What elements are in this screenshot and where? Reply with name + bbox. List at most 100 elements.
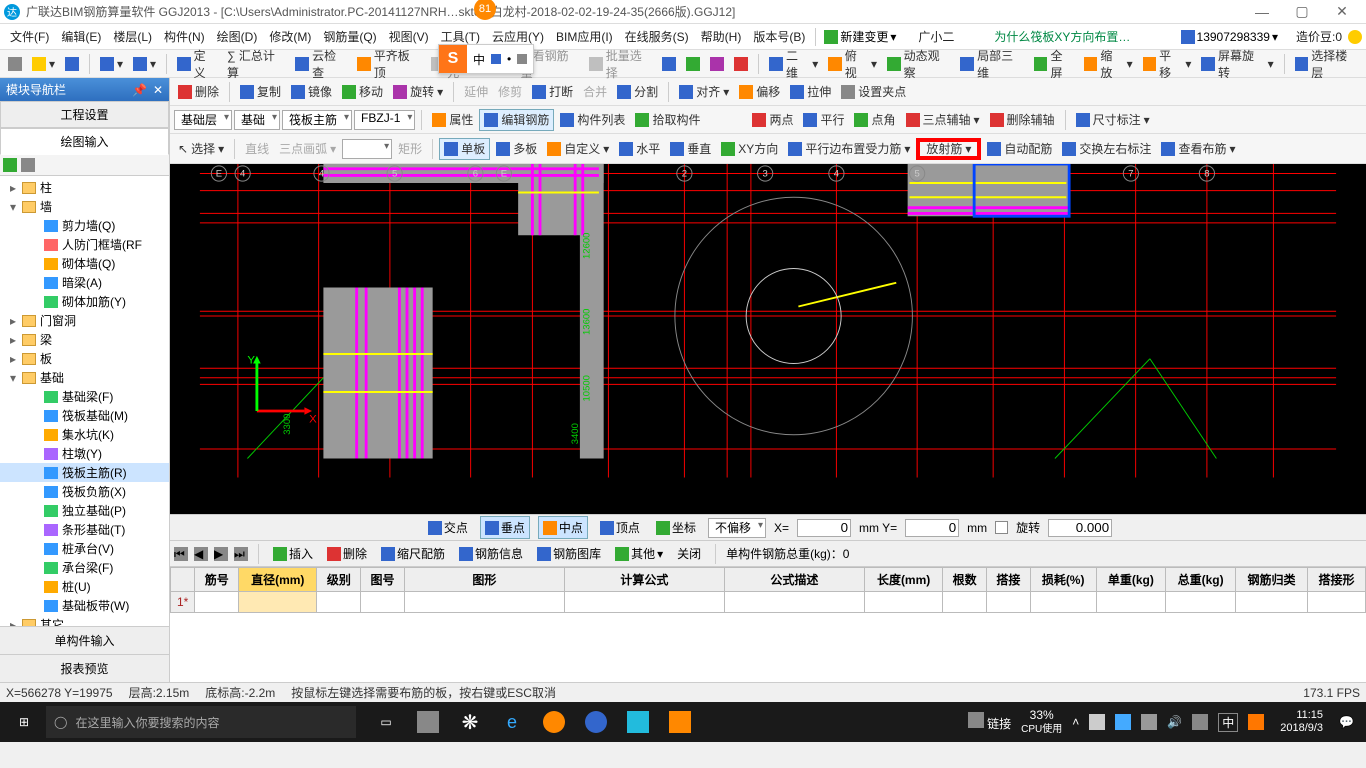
misc2-button[interactable] <box>682 53 704 75</box>
snap-perpendicular[interactable]: 垂点 <box>480 516 530 539</box>
2d-button[interactable]: 二维 ▾ <box>765 53 822 75</box>
menu-help[interactable]: 帮助(H) <box>695 25 748 48</box>
tray-link[interactable]: 链接 <box>968 712 1011 732</box>
ime-float-bar[interactable]: S 中• <box>438 44 534 74</box>
edit-rebar-button[interactable]: 编辑钢筋 <box>479 109 554 131</box>
task-view-button[interactable]: ▭ <box>366 702 406 742</box>
split-button[interactable]: 分割 <box>613 81 662 103</box>
floor-combo[interactable]: 基础层 <box>174 110 232 130</box>
grid-nav-next[interactable]: ▶ <box>214 547 228 561</box>
three-aux-button[interactable]: 三点辅轴 ▾ <box>902 109 984 131</box>
menu-component[interactable]: 构件(N) <box>158 25 211 48</box>
tray-icon-3[interactable] <box>1141 714 1157 730</box>
set-grip-button[interactable]: 设置夹点 <box>837 81 910 103</box>
dim-button[interactable]: 尺寸标注 ▾ <box>1072 109 1154 131</box>
maximize-button[interactable]: ▢ <box>1282 0 1322 24</box>
stretch-button[interactable]: 拉伸 <box>786 81 835 103</box>
taskbar-search[interactable]: ◯在这里输入你要搜索的内容 <box>46 706 356 738</box>
tab-project-settings[interactable]: 工程设置 <box>0 101 169 128</box>
component-combo[interactable]: 筏板主筋 <box>282 110 352 130</box>
parallel-edge-button[interactable]: 平行边布置受力筋 ▾ <box>784 138 914 160</box>
pin-icon[interactable]: 📌 <box>132 83 147 97</box>
tray-volume-icon[interactable]: 🔊 <box>1167 715 1182 729</box>
arc-param[interactable] <box>342 139 392 159</box>
menu-modify[interactable]: 修改(M) <box>263 25 317 48</box>
menu-draw[interactable]: 绘图(D) <box>211 25 264 48</box>
view-rebar-button[interactable]: 查看布筋 ▾ <box>1157 138 1239 160</box>
new-change-button[interactable]: 新建变更 ▾ <box>820 26 900 47</box>
tray-notifications-icon[interactable]: 💬 <box>1339 715 1354 729</box>
offset-mode-combo[interactable]: 不偏移 <box>708 518 766 538</box>
comp-list-button[interactable]: 构件列表 <box>556 109 629 131</box>
single-board-button[interactable]: 单板 <box>439 138 490 160</box>
rotate-input[interactable] <box>1048 519 1112 537</box>
del-aux-button[interactable]: 删除辅轴 <box>986 109 1059 131</box>
tree-collapse-icon[interactable] <box>21 158 35 172</box>
angle-button[interactable]: 点角 <box>850 109 899 131</box>
horiz-button[interactable]: 水平 <box>615 138 664 160</box>
new-doc-button[interactable] <box>4 53 26 75</box>
local-3d-button[interactable]: 局部三维 <box>956 53 1027 75</box>
select-floor-button[interactable]: 选择楼层 <box>1291 53 1362 75</box>
offset-button[interactable]: 偏移 <box>735 81 784 103</box>
menu-floor[interactable]: 楼层(L) <box>107 25 158 48</box>
break-button[interactable]: 打断 <box>528 81 577 103</box>
tray-up-icon[interactable]: ˄ <box>1072 715 1079 729</box>
drawing-canvas[interactable]: E4456E234578 XY 13600 10500 12600 3300 3… <box>170 134 1366 514</box>
component-name-combo[interactable]: FBZJ-1 <box>354 110 415 130</box>
redo-button[interactable]: ▾ <box>129 53 160 75</box>
rotate-button[interactable]: 旋转 ▾ <box>389 81 447 103</box>
tray-icon-5[interactable] <box>1192 714 1208 730</box>
menu-bim[interactable]: BIM应用(I) <box>550 25 619 48</box>
tip-link[interactable]: 为什么筏板XY方向布置… <box>988 25 1136 48</box>
tree-expand-icon[interactable] <box>3 158 17 172</box>
snap-coord[interactable]: 坐标 <box>652 517 700 538</box>
misc1-button[interactable] <box>658 53 680 75</box>
menu-file[interactable]: 文件(F) <box>4 25 55 48</box>
grid-insert-button[interactable]: 插入 <box>269 543 317 564</box>
y-input[interactable] <box>905 519 959 537</box>
tray-icon-1[interactable] <box>1089 714 1105 730</box>
tray-clock[interactable]: 11:152018/9/3 <box>1274 709 1329 735</box>
close-button[interactable]: ✕ <box>1322 0 1362 24</box>
zoom-button[interactable]: 缩放 ▾ <box>1080 53 1137 75</box>
snap-intersection[interactable]: 交点 <box>424 517 472 538</box>
x-input[interactable] <box>797 519 851 537</box>
menu-version[interactable]: 版本号(B) <box>747 25 811 48</box>
grid-lib-button[interactable]: 钢筋图库 <box>533 543 605 564</box>
tray-sogou-icon[interactable] <box>1248 714 1264 730</box>
taskbar-app-7[interactable] <box>660 702 700 742</box>
rotate-checkbox[interactable] <box>995 521 1008 534</box>
xy-button[interactable]: XY方向 <box>717 138 782 160</box>
fullscreen-button[interactable]: 全屏 <box>1030 53 1078 75</box>
dyn-view-button[interactable]: 动态观察 <box>883 53 954 75</box>
screen-rotate-button[interactable]: 屏幕旋转 ▾ <box>1197 53 1277 75</box>
custom-button[interactable]: 自定义 ▾ <box>543 138 613 160</box>
pick-component-button[interactable]: 拾取构件 <box>631 109 704 131</box>
open-button[interactable]: ▾ <box>28 53 59 75</box>
grid-info-button[interactable]: 钢筋信息 <box>455 543 527 564</box>
swap-lr-button[interactable]: 交换左右标注 <box>1058 138 1155 160</box>
radial-rebar-button[interactable]: 放射筋 ▾ <box>916 138 981 160</box>
component-tree[interactable]: ▸柱 ▾墙 剪力墙(Q) 人防门框墙(RF 砌体墙(Q) 暗梁(A) 砌体加筋(… <box>0 176 169 626</box>
align-button[interactable]: 对齐 ▾ <box>675 81 733 103</box>
taskbar-app-1[interactable] <box>408 702 448 742</box>
tab-draw-input[interactable]: 绘图输入 <box>0 128 169 155</box>
select-tool[interactable]: ↖ 选择 ▾ <box>174 138 228 160</box>
tray-icon-2[interactable] <box>1115 714 1131 730</box>
batch-sel-button[interactable]: 批量选择 <box>585 53 656 75</box>
taskbar-app-2[interactable]: ❋ <box>450 702 490 742</box>
menu-online[interactable]: 在线服务(S) <box>619 25 695 48</box>
grid-delete-button[interactable]: 删除 <box>323 543 371 564</box>
parallel-button[interactable]: 平行 <box>799 109 848 131</box>
grid-nav-prev[interactable]: ◀ <box>194 547 208 561</box>
birdview-button[interactable]: 俯视 ▾ <box>824 53 881 75</box>
minimize-button[interactable]: — <box>1242 0 1282 24</box>
multi-board-button[interactable]: 多板 <box>492 138 541 160</box>
tray-cpu[interactable]: 33%CPU使用 <box>1021 709 1062 735</box>
misc4-button[interactable] <box>730 53 752 75</box>
single-component-input-button[interactable]: 单构件输入 <box>0 626 169 654</box>
taskbar-app-4[interactable] <box>534 702 574 742</box>
menu-edit[interactable]: 编辑(E) <box>55 25 107 48</box>
props-button[interactable]: 属性 <box>428 109 477 131</box>
